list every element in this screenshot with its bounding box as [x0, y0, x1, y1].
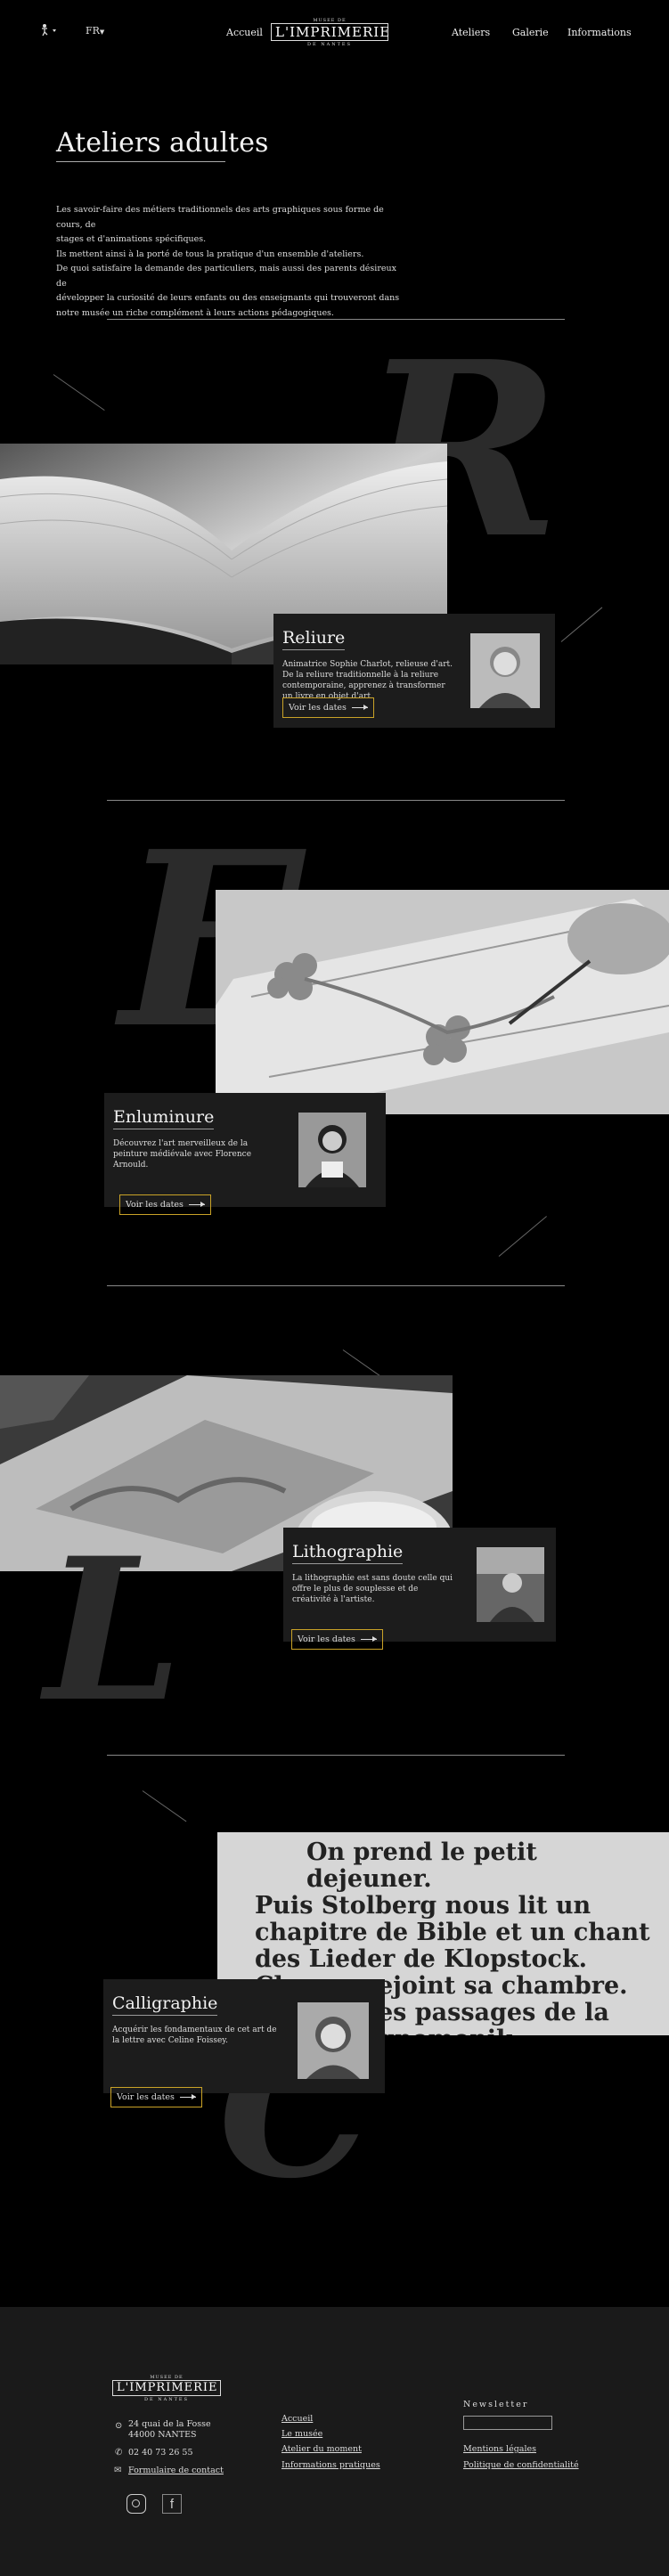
- location-icon: ⊙: [115, 2421, 123, 2431]
- accessibility-icon: [42, 24, 56, 37]
- decorative-line: [142, 1790, 187, 1822]
- arrow-right-icon: [360, 1636, 377, 1642]
- calligraphy-line: On prend le petit dejeuner.: [306, 1838, 537, 1893]
- atelier-description: Acquérir les fondamentaux de cet art de …: [112, 2026, 277, 2045]
- nav-galerie[interactable]: Galerie: [512, 27, 549, 38]
- address-line: 24 quai de la Fosse: [128, 2419, 211, 2429]
- arrow-right-icon: [188, 1202, 205, 1207]
- decorative-line: [498, 1216, 547, 1257]
- logo-main: L'IMPRIMERIE: [112, 2380, 221, 2396]
- nav-informations[interactable]: Informations: [567, 27, 632, 38]
- phone-number: 02 40 73 26 55: [128, 2448, 193, 2458]
- atelier-title: Lithographie: [292, 1542, 404, 1564]
- intro-line: développer la curiosité de leurs enfants…: [56, 293, 400, 303]
- illumination-image: [216, 890, 669, 1114]
- facebook-icon[interactable]: f: [162, 2494, 182, 2514]
- calligraphy-line: gnomonik.: [378, 2026, 669, 2036]
- page-title: Ateliers adultes: [56, 127, 269, 159]
- instructor-portrait: [470, 633, 540, 708]
- mail-icon: ✉: [114, 2466, 122, 2475]
- intro-line: De quoi satisfaire la demande des partic…: [56, 264, 396, 289]
- footer-link-atelier[interactable]: Atelier du moment: [281, 2444, 362, 2454]
- intro-line: stages et d'animations spécifiques.: [56, 234, 207, 244]
- atelier-card-lithographie: Lithographie La lithographie est sans do…: [283, 1528, 556, 1650]
- footer-link-accueil[interactable]: Accueil: [281, 2414, 313, 2424]
- logo-bottom: DE NANTES: [143, 2397, 190, 2402]
- decorative-line: [53, 374, 105, 412]
- language-selector[interactable]: FR▼: [86, 25, 104, 37]
- calligraphy-line: Puis Stolberg nous lit un: [255, 1892, 591, 1920]
- intro-line: Ils mettent ainsi à la porté de tous la …: [56, 249, 364, 259]
- intro-text: Les savoir-faire des métiers traditionne…: [56, 203, 404, 321]
- decorative-letter: L: [45, 1514, 183, 1745]
- newsletter-label: Newsletter: [463, 2400, 529, 2409]
- voir-dates-button[interactable]: Voir les dates: [119, 1194, 211, 1215]
- legal-link[interactable]: Mentions légales: [463, 2444, 536, 2454]
- divider: [107, 1285, 565, 1286]
- footer: MUSEE DE L'IMPRIMERIE DE NANTES ⊙ 24 qua…: [0, 2307, 669, 2576]
- arrow-right-icon: [179, 2094, 196, 2099]
- address-line: 44000 NANTES: [128, 2430, 197, 2440]
- newsletter-input[interactable]: [463, 2416, 552, 2430]
- accessibility-button[interactable]: [37, 23, 59, 37]
- button-label: Voir les dates: [289, 703, 347, 713]
- atelier-description: Découvrez l'art merveilleux de la peintu…: [113, 1139, 252, 1170]
- logo-bottom: DE NANTES: [306, 42, 353, 47]
- voir-dates-button[interactable]: Voir les dates: [110, 2087, 202, 2107]
- chevron-down-icon: ▼: [99, 29, 105, 36]
- instructor-portrait: [477, 1547, 544, 1622]
- atelier-card-calligraphie: Calligraphie Acquérir les fondamentaux d…: [103, 1979, 385, 2107]
- instructor-portrait: [298, 2002, 369, 2079]
- nav-accueil[interactable]: Accueil: [226, 27, 263, 38]
- enluminure-photo: [216, 890, 669, 1114]
- atelier-title: Enluminure: [113, 1107, 215, 1129]
- footer-logo[interactable]: MUSEE DE L'IMPRIMERIE DE NANTES: [112, 2375, 221, 2402]
- phone-icon: ✆: [115, 2448, 123, 2458]
- button-label: Voir les dates: [126, 1200, 184, 1210]
- footer-link-musee[interactable]: Le musée: [281, 2429, 322, 2439]
- divider: [107, 1755, 565, 1756]
- atelier-title: Reliure: [282, 628, 346, 650]
- decorative-line: [560, 607, 603, 642]
- address: 24 quai de la Fosse 44000 NANTES: [128, 2419, 211, 2441]
- voir-dates-button[interactable]: Voir les dates: [291, 1629, 383, 1650]
- atelier-card-enluminure: Enluminure Découvrez l'art merveilleux d…: [104, 1093, 386, 1215]
- arrow-right-icon: [351, 705, 368, 710]
- instructor-portrait: [298, 1113, 366, 1187]
- voir-dates-button[interactable]: Voir les dates: [282, 697, 374, 718]
- site-logo[interactable]: MUSEE DE L'IMPRIMERIE DE NANTES: [271, 18, 389, 47]
- privacy-link[interactable]: Politique de confidentialité: [463, 2460, 579, 2470]
- logo-main: L'IMPRIMERIE: [271, 23, 389, 41]
- language-label: FR: [86, 25, 100, 37]
- contact-form-link[interactable]: Formulaire de contact: [128, 2466, 224, 2475]
- atelier-description: Animatrice Sophie Charlot, relieuse d'ar…: [282, 660, 453, 701]
- calligraphy-line: chapitre de Bible et un chant: [255, 1919, 650, 1946]
- chevron-down-icon: [53, 29, 56, 32]
- intro-line: Les savoir-faire des métiers traditionne…: [56, 205, 384, 230]
- title-underline: [56, 161, 225, 162]
- calligraphy-line: es passages de la: [378, 1999, 609, 2026]
- atelier-description: La lithographie est sans doute celle qui…: [292, 1574, 453, 1604]
- calligraphy-line: des Lieder de Klopstock.: [255, 1945, 588, 1973]
- nav-ateliers[interactable]: Ateliers: [452, 27, 490, 38]
- button-label: Voir les dates: [298, 1634, 355, 1644]
- atelier-title: Calligraphie: [112, 1993, 218, 2016]
- atelier-card-reliure: Reliure Animatrice Sophie Charlot, relie…: [273, 614, 555, 728]
- footer-link-infos[interactable]: Informations pratiques: [281, 2460, 380, 2470]
- button-label: Voir les dates: [117, 2092, 175, 2102]
- instagram-icon[interactable]: [126, 2494, 146, 2514]
